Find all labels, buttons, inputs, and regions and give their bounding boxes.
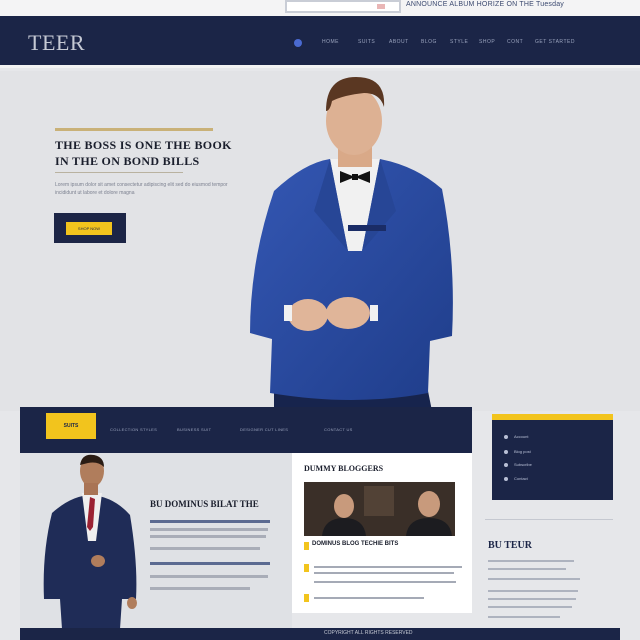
hero-cta-button[interactable]: SHOP NOW bbox=[54, 213, 126, 243]
nav-item-suits[interactable]: SUITS bbox=[358, 39, 375, 45]
caption-bullet-icon bbox=[304, 542, 309, 550]
list-bullet-icon bbox=[304, 564, 309, 572]
side-text-line bbox=[488, 590, 578, 592]
bullet-icon bbox=[504, 434, 508, 439]
nav-item-contact[interactable]: CONT bbox=[507, 39, 523, 45]
model-thumbnail bbox=[43, 454, 137, 629]
band-tag[interactable]: SUITS bbox=[46, 413, 96, 439]
side-title: BU TEUR bbox=[488, 540, 532, 551]
side-item-account[interactable]: Account bbox=[504, 434, 528, 439]
hero-text: Lorem ipsum dolor sit amet consectetur a… bbox=[55, 182, 228, 196]
site-logo[interactable]: TEER bbox=[28, 30, 85, 56]
side-text-line bbox=[488, 578, 580, 580]
side-item-label: Blog post bbox=[514, 449, 531, 454]
category-band: SUITS COLLECTION STYLES BUSINESS SUIT DE… bbox=[20, 407, 472, 453]
top-strip: ANNOUNCE ALBUM HORIZE ON THE Tuesday bbox=[0, 0, 640, 16]
nav-item-shop[interactable]: SHOP bbox=[479, 39, 495, 45]
blog-photo bbox=[304, 482, 455, 536]
nav-item-about[interactable]: ABOUT bbox=[389, 39, 409, 45]
nav-item-get-started[interactable]: GET STARTED bbox=[535, 39, 575, 45]
blog-text-line bbox=[314, 597, 424, 599]
feature-text-line bbox=[150, 547, 260, 550]
list-bullet-icon bbox=[304, 594, 309, 602]
model-photo bbox=[250, 77, 453, 411]
hero-accent-rule bbox=[55, 128, 213, 131]
bullet-icon bbox=[504, 449, 508, 454]
side-item-label: Contact bbox=[514, 476, 528, 481]
browser-tab[interactable] bbox=[285, 0, 401, 13]
band-link-contact[interactable]: CONTACT US bbox=[324, 427, 353, 432]
hero-title: THE BOSS IS ONE THE BOOK IN THE ON BOND … bbox=[55, 138, 232, 168]
tab-indicator-icon bbox=[377, 4, 385, 9]
side-text-line bbox=[488, 598, 576, 600]
nav-item-home[interactable]: HOME bbox=[322, 39, 339, 45]
side-item-subscribe[interactable]: Subscribe bbox=[504, 462, 532, 467]
blog-title: DUMMY BLOGGERS bbox=[304, 464, 384, 473]
side-item-label: Account bbox=[514, 434, 529, 439]
nav-item-blog[interactable]: BLOG bbox=[421, 39, 437, 45]
feature-panel: BU DOMINUS BILAT THE bbox=[20, 453, 292, 629]
feature-text-line bbox=[150, 562, 270, 565]
feature-title: BU DOMINUS BILAT THE bbox=[150, 499, 259, 509]
band-link-business[interactable]: BUSINESS SUIT bbox=[177, 427, 211, 432]
hero-section: THE BOSS IS ONE THE BOOK IN THE ON BOND … bbox=[0, 71, 640, 411]
nav-active-dot-icon bbox=[294, 39, 302, 47]
side-text-line bbox=[488, 568, 566, 570]
band-link-designer[interactable]: DESIGNER CUT LINES bbox=[240, 427, 288, 432]
blog-caption: DOMINUS BLOG TECHIE BITS bbox=[312, 541, 399, 547]
feature-text-line bbox=[150, 528, 268, 531]
footer-bar: COPYRIGHT ALL RIGHTS RESERVED bbox=[20, 628, 620, 640]
side-text-line bbox=[488, 616, 560, 618]
side-divider bbox=[485, 519, 613, 520]
announcement-text: ANNOUNCE ALBUM HORIZE ON THE Tuesday bbox=[406, 1, 564, 8]
blog-text-line bbox=[314, 566, 462, 568]
blog-text-line bbox=[314, 581, 456, 583]
side-item-label: Subscribe bbox=[514, 462, 532, 467]
blog-card: DUMMY BLOGGERS DOMINUS BLOG TECHIE BITS bbox=[292, 453, 472, 613]
feature-text-line bbox=[150, 520, 270, 523]
blog-text-line bbox=[314, 572, 454, 574]
feature-text-line bbox=[150, 575, 268, 578]
site-header: TEER HOME SUITS ABOUT BLOG STYLE SHOP CO… bbox=[0, 16, 640, 68]
feature-text-line bbox=[150, 535, 266, 538]
side-menu: Account Blog post Subscribe Contact bbox=[492, 414, 613, 500]
feature-text-line bbox=[150, 587, 250, 590]
side-text-line bbox=[488, 560, 574, 562]
nav-item-style[interactable]: STYLE bbox=[450, 39, 468, 45]
hero-cta-label: SHOP NOW bbox=[66, 222, 112, 235]
footer-text: COPYRIGHT ALL RIGHTS RESERVED bbox=[324, 630, 413, 636]
hero-divider bbox=[55, 172, 183, 173]
bullet-icon bbox=[504, 462, 508, 467]
side-item-blog[interactable]: Blog post bbox=[504, 449, 531, 454]
side-item-contact[interactable]: Contact bbox=[504, 476, 528, 481]
side-text-line bbox=[488, 606, 572, 608]
band-link-collection[interactable]: COLLECTION STYLES bbox=[110, 427, 157, 432]
bullet-icon bbox=[504, 476, 508, 481]
